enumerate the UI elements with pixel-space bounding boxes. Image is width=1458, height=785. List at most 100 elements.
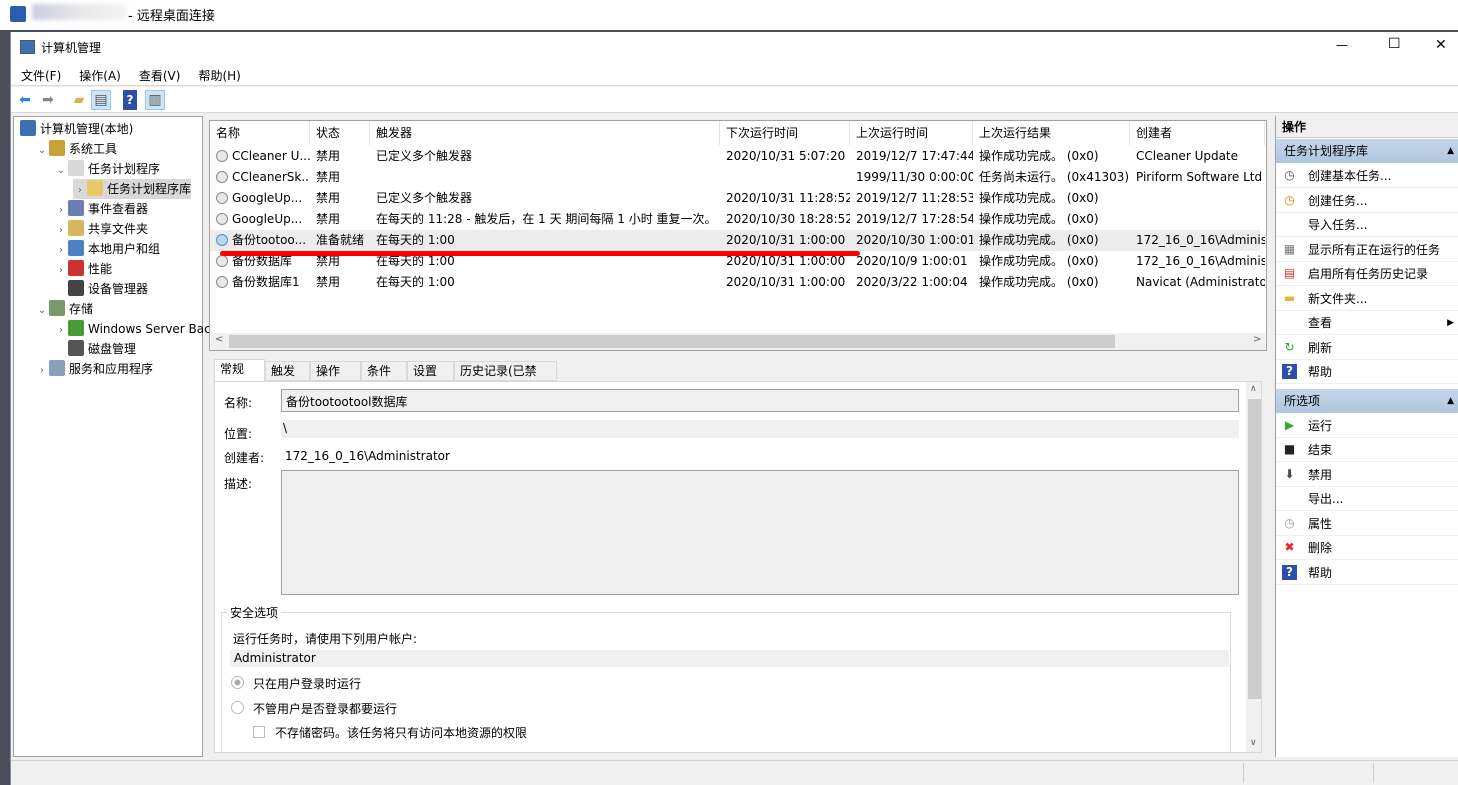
- scroll-right-icon[interactable]: >: [1253, 334, 1261, 345]
- chevron-right-icon[interactable]: ›: [54, 321, 68, 341]
- tree-item[interactable]: › 任务计划程序库: [73, 179, 192, 201]
- tree-item[interactable]: 设备管理器: [54, 279, 148, 299]
- scroll-left-icon[interactable]: <: [215, 334, 223, 345]
- menu-action[interactable]: 操作(A): [69, 62, 129, 84]
- tab[interactable]: 操作: [310, 361, 361, 381]
- action-item[interactable]: ◷ 创建任务...: [1276, 189, 1458, 213]
- radio-whether-logged-on[interactable]: [231, 701, 244, 714]
- table-row[interactable]: CCleaner U... 禁用 已定义多个触发器 2020/10/31 5:07:2…: [210, 146, 1260, 167]
- table-row[interactable]: GoogleUp... 禁用 在每天的 11:28 - 触发后，在 1 天 期间每隔…: [210, 209, 1260, 230]
- tree-item[interactable]: 计算机管理(本地): [16, 119, 133, 139]
- do-not-store-password-label[interactable]: 不存储密码。该任务将只有访问本地资源的权限: [275, 724, 527, 741]
- window-title: 计算机管理: [41, 41, 102, 55]
- menu-view[interactable]: 查看(V): [129, 62, 189, 84]
- tree-item-label: 存储: [69, 302, 94, 316]
- table-cell: 禁用: [316, 188, 370, 209]
- action-item[interactable]: ? 帮助: [1276, 561, 1458, 585]
- tree-item[interactable]: 磁盘管理: [54, 339, 136, 359]
- tab[interactable]: 触发器: [265, 361, 310, 397]
- column-header[interactable]: 名称: [210, 121, 310, 145]
- maximize-button[interactable]: ☐: [1388, 36, 1401, 52]
- scroll-down-icon[interactable]: ∨: [1250, 738, 1257, 748]
- description-field[interactable]: [281, 470, 1239, 595]
- tree-item[interactable]: ⌄ 任务计划程序: [54, 159, 160, 179]
- tree-item[interactable]: ⌄ 系统工具: [35, 139, 117, 159]
- chevron-right-icon[interactable]: ›: [54, 241, 68, 261]
- action-item[interactable]: 导入任务...: [1276, 213, 1458, 237]
- cell-text: CCleaner Update: [1136, 149, 1239, 163]
- collapse-up-icon[interactable]: ▲: [1447, 389, 1454, 413]
- up-folder-icon[interactable]: ▰: [69, 90, 89, 110]
- action-item[interactable]: ▦ 显示所有正在运行的任务: [1276, 238, 1458, 262]
- chevron-right-icon[interactable]: ›: [54, 221, 68, 241]
- window-titlebar: 计算机管理 — ☐ ✕: [11, 32, 1458, 62]
- column-header[interactable]: 触发器: [370, 121, 720, 145]
- table-row[interactable]: 备份数据库1 禁用 在每天的 1:00 2020/10/31 1:00:00 2020/…: [210, 272, 1265, 293]
- collapse-up-icon[interactable]: ▲: [1447, 139, 1454, 163]
- column-header[interactable]: 状态: [310, 121, 370, 145]
- show-hide-action-pane-icon[interactable]: ▥: [145, 90, 165, 110]
- computer-management-window: 计算机管理 — ☐ ✕ 文件(F) 操作(A) 查看(V) 帮助(H) ⬅ ➡ ▰ ▤…: [10, 32, 1458, 785]
- action-item[interactable]: ▤ 启用所有任务历史记录: [1276, 262, 1458, 286]
- tree-item[interactable]: › 性能: [54, 259, 112, 279]
- tree-item[interactable]: › Windows Server Back: [54, 319, 218, 339]
- chevron-right-icon[interactable]: ›: [35, 361, 49, 381]
- tree-item[interactable]: › 共享文件夹: [54, 219, 148, 239]
- chevron-down-icon[interactable]: ⌄: [35, 141, 49, 161]
- menu-help[interactable]: 帮助(H): [188, 62, 248, 84]
- action-item[interactable]: ▬ 新文件夹...: [1276, 287, 1458, 311]
- column-header[interactable]: 创建者: [1130, 121, 1265, 145]
- actions-section-header[interactable]: 任务计划程序库 ▲: [1276, 139, 1458, 163]
- column-header[interactable]: 下次运行时间: [720, 121, 850, 145]
- back-arrow-icon[interactable]: ⬅: [15, 90, 35, 110]
- vertical-scrollbar[interactable]: ∧ ∨: [1246, 382, 1261, 752]
- action-item[interactable]: ◷ 创建基本任务...: [1276, 164, 1458, 188]
- tree-item[interactable]: › 事件查看器: [54, 199, 148, 219]
- minimize-button[interactable]: —: [1336, 38, 1348, 52]
- do-not-store-password-checkbox[interactable]: [253, 726, 265, 738]
- chevron-right-icon[interactable]: ›: [54, 201, 68, 221]
- actions-section-header[interactable]: 所选项 ▲: [1276, 388, 1458, 413]
- horizontal-scrollbar[interactable]: < >: [211, 333, 1265, 350]
- tree-item[interactable]: › 服务和应用程序: [35, 359, 153, 379]
- scrollbar-thumb[interactable]: [1248, 399, 1261, 699]
- table-row[interactable]: CCleanerSk... 禁用 1999/11/30 0:00:00 任务尚未运行。…: [210, 167, 1262, 188]
- scrollbar-thumb[interactable]: [229, 335, 1115, 348]
- chevron-right-icon[interactable]: ›: [54, 261, 68, 281]
- help-icon[interactable]: ?: [123, 90, 137, 110]
- chevron-right-icon[interactable]: ›: [73, 181, 87, 201]
- tab[interactable]: 条件: [361, 361, 407, 381]
- tree-item[interactable]: › 本地用户和组: [54, 239, 160, 259]
- action-item[interactable]: ? 帮助: [1276, 360, 1458, 384]
- action-item[interactable]: ✖ 删除: [1276, 536, 1458, 560]
- radio-whether-logged-on-label[interactable]: 不管用户是否登录都要运行: [253, 700, 397, 717]
- action-item[interactable]: ↻ 刷新: [1276, 336, 1458, 360]
- tab[interactable]: 历史记录(已禁用): [454, 361, 557, 397]
- tree-item[interactable]: ⌄ 存储: [35, 299, 93, 319]
- table-row[interactable]: GoogleUp... 禁用 已定义多个触发器 2020/10/31 11:28:52…: [210, 188, 1260, 209]
- tab[interactable]: 设置: [407, 361, 454, 381]
- menu-file[interactable]: 文件(F): [11, 62, 69, 84]
- scroll-up-icon[interactable]: ∧: [1250, 384, 1257, 394]
- table-row[interactable]: 备份tootoo... 准备就绪 在每天的 1:00 2020/10/31 1:00:…: [210, 230, 1265, 251]
- clock-icon: [216, 171, 228, 183]
- column-header[interactable]: 上次运行时间: [850, 121, 973, 145]
- chevron-down-icon[interactable]: ⌄: [54, 161, 68, 181]
- action-item[interactable]: ▶ 运行: [1276, 414, 1458, 438]
- forward-arrow-icon[interactable]: ➡: [38, 90, 58, 110]
- action-item[interactable]: 查看 ▶: [1276, 311, 1458, 335]
- name-field[interactable]: 备份tootootool数据库: [281, 389, 1239, 412]
- show-hide-tree-icon[interactable]: ▤: [91, 90, 111, 110]
- close-button[interactable]: ✕: [1435, 37, 1447, 53]
- tab[interactable]: 常规: [214, 359, 265, 382]
- table-cell: 操作成功完成。 (0x0): [979, 251, 1130, 272]
- radio-logon-only-label[interactable]: 只在用户登录时运行: [253, 675, 361, 692]
- chevron-down-icon[interactable]: ⌄: [35, 301, 49, 321]
- tree-node-icon: [68, 340, 84, 356]
- action-item[interactable]: ■ 结束: [1276, 438, 1458, 462]
- action-item[interactable]: ◷ 属性: [1276, 512, 1458, 536]
- column-header[interactable]: 上次运行结果: [973, 121, 1130, 145]
- action-item[interactable]: 导出...: [1276, 487, 1458, 511]
- action-item[interactable]: ⬇ 禁用: [1276, 463, 1458, 487]
- radio-logon-only[interactable]: [231, 676, 244, 689]
